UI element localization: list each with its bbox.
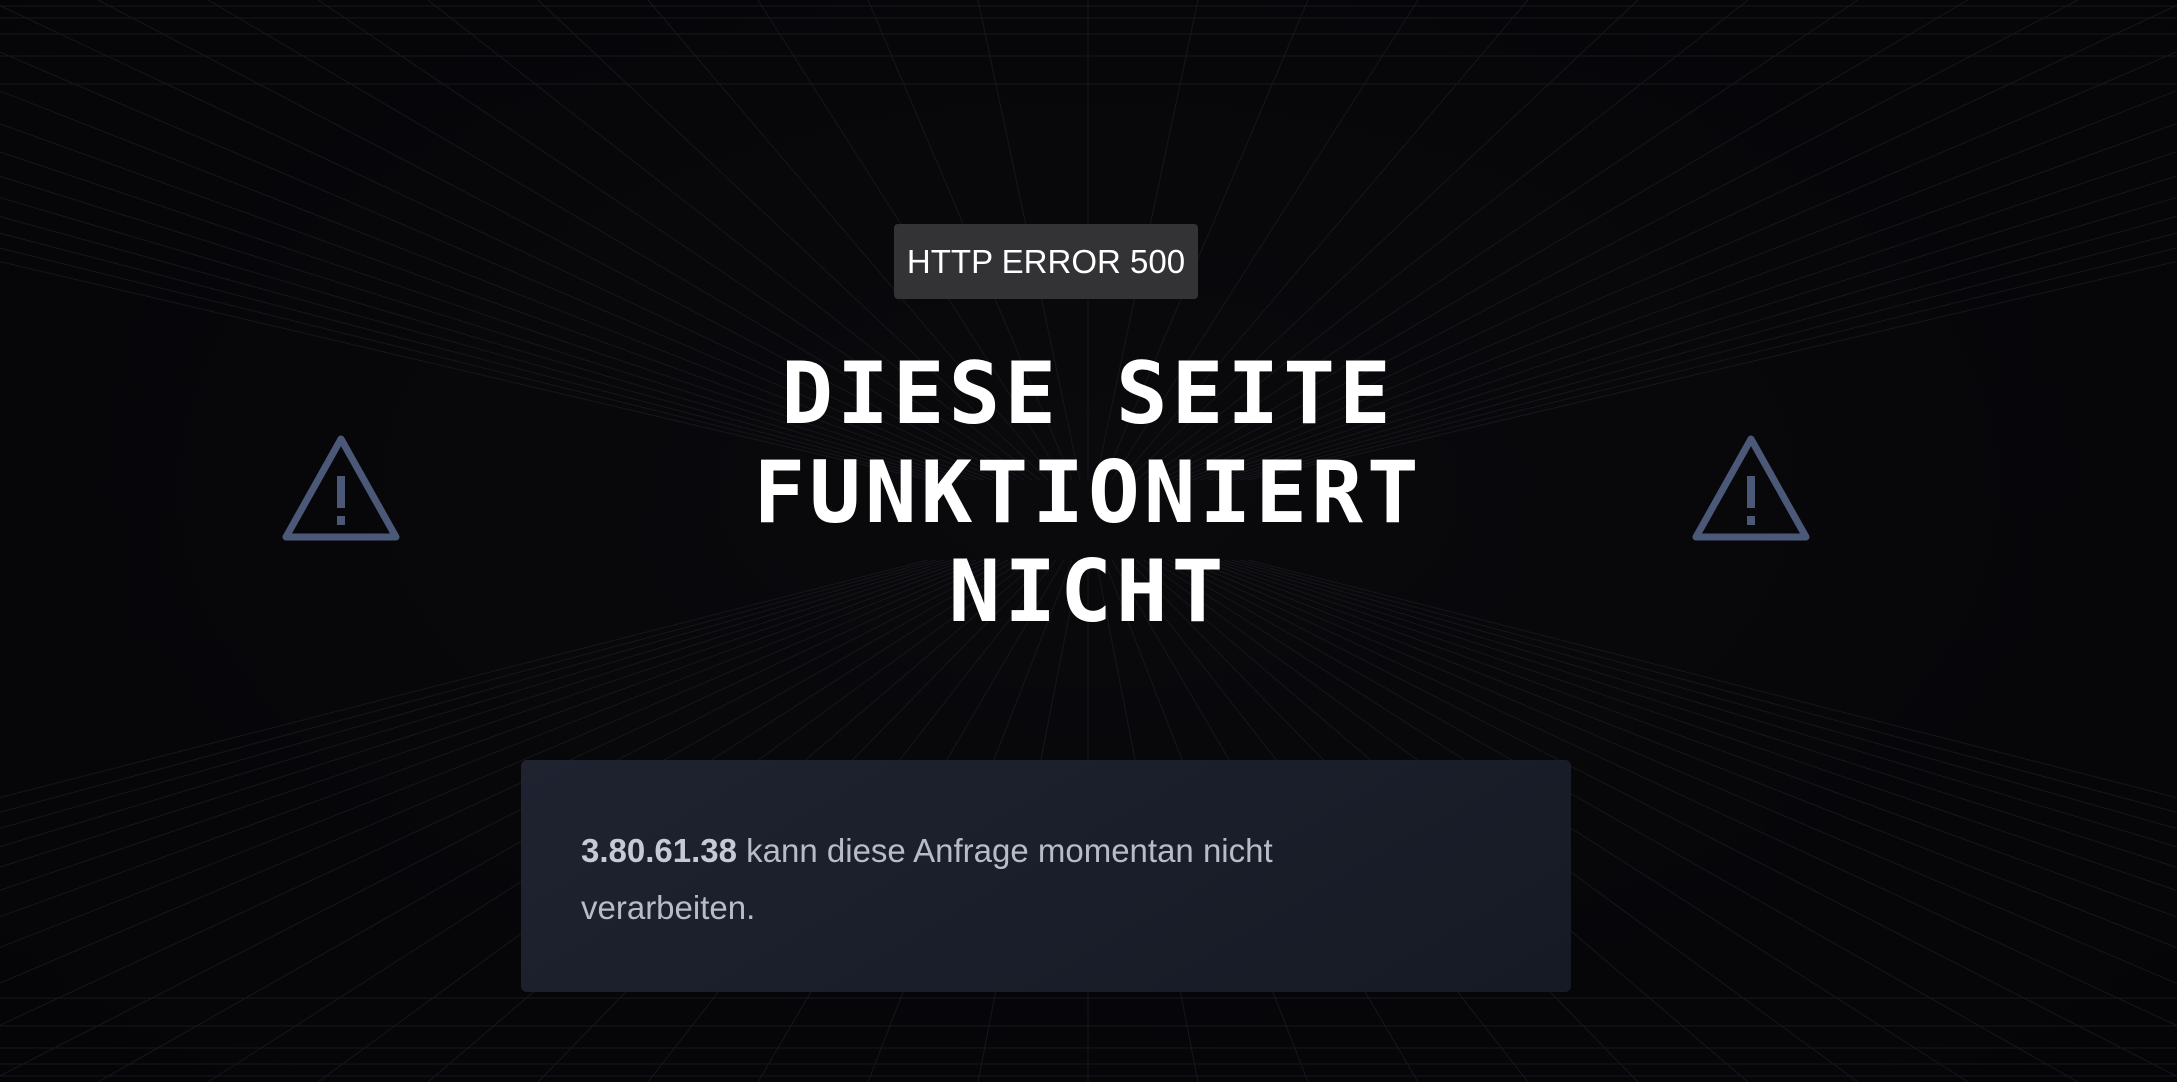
error-message: 3.80.61.38 kann diese Anfrage momentan n…: [581, 822, 1381, 936]
warning-triangle-icon: [282, 435, 400, 541]
title-line-3: NICHT: [948, 542, 1228, 642]
title-line-1: DIESE SEITE: [781, 344, 1395, 444]
title-line-2: FUNKTIONIERT: [753, 443, 1423, 543]
error-page: HTTP ERROR 500 DIESE SEITE FUNKTIONIERT …: [0, 0, 2177, 1082]
server-ip: 3.80.61.38: [581, 832, 737, 869]
page-title: DIESE SEITE FUNKTIONIERT NICHT: [588, 345, 1588, 642]
warning-triangle-icon: [1692, 435, 1810, 541]
error-message-card: 3.80.61.38 kann diese Anfrage momentan n…: [521, 760, 1571, 992]
error-code-badge: HTTP ERROR 500: [894, 224, 1198, 299]
